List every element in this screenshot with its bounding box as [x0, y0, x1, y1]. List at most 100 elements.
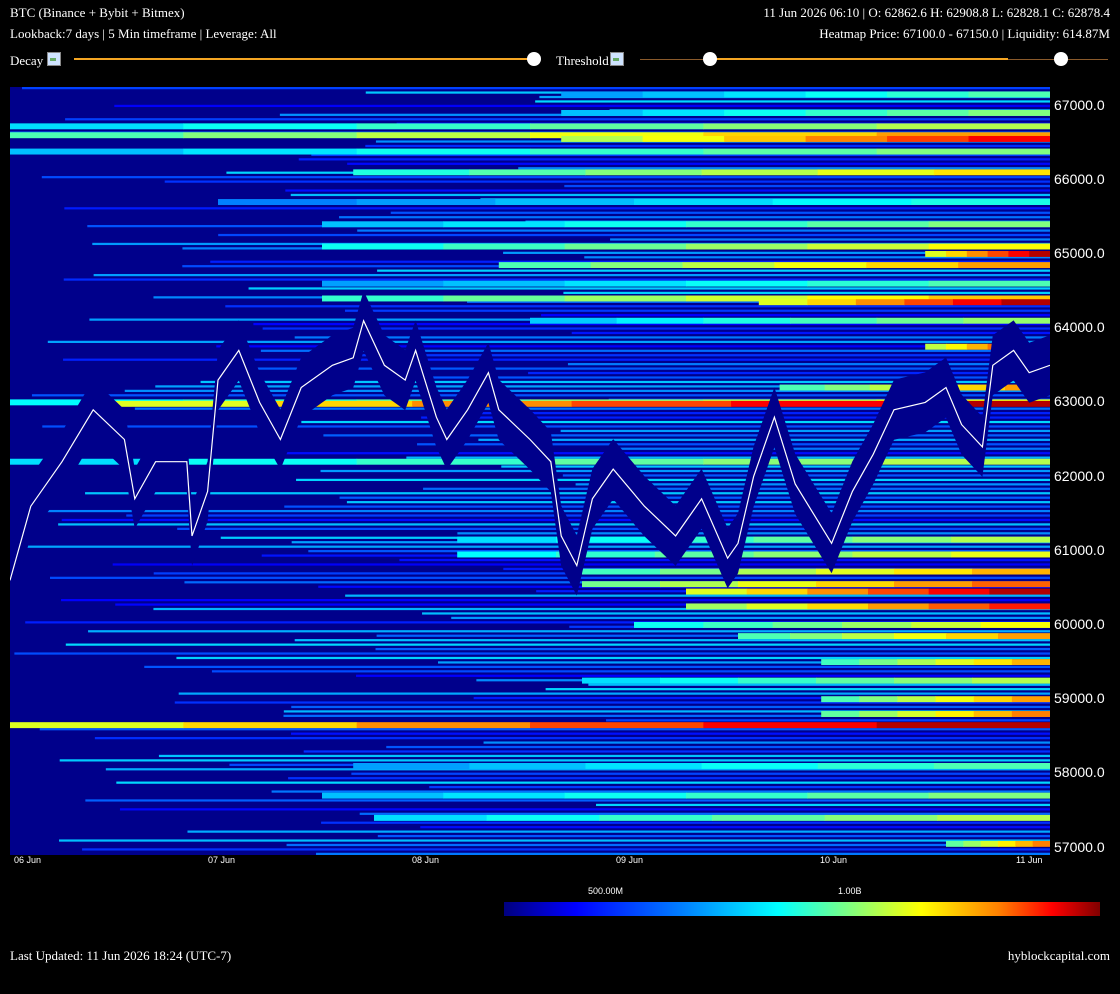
liquidity-bg-stripe [63, 278, 1050, 281]
decay-control: Decay [10, 52, 62, 69]
liquidity-band [817, 169, 935, 176]
liquidity-bg-stripe [344, 309, 1050, 312]
settings-summary: Lookback:7 days | 5 Min timeframe | Leve… [10, 26, 277, 41]
liquidity-band [852, 536, 952, 543]
liquidity-band [682, 262, 775, 269]
liquidity-band [183, 132, 358, 139]
decay-slider-track[interactable] [74, 58, 534, 60]
liquidity-bg-stripe [365, 144, 1050, 148]
liquidity-band [946, 343, 968, 350]
liquidity-band [817, 762, 935, 769]
liquidity-band [807, 243, 930, 250]
liquidity-colorbar [504, 902, 1100, 916]
liquidity-band [571, 400, 732, 407]
liquidity-bg-stripe [501, 465, 1050, 468]
liquidity-bg-stripe [339, 216, 1050, 219]
liquidity-band [904, 299, 954, 306]
liquidity-band [897, 659, 937, 666]
liquidity-bg-stripe [65, 118, 1050, 121]
liquidity-band [686, 221, 808, 228]
liquidity-band [322, 295, 444, 302]
y-tick-label: 67000.0 [1054, 96, 1105, 113]
liquidity-band [887, 110, 970, 116]
threshold-info-icon[interactable] [609, 52, 624, 66]
liquidity-band [807, 603, 869, 610]
liquidity-band [807, 299, 857, 306]
liquidity-band [928, 221, 1050, 228]
liquidity-band [10, 148, 184, 155]
liquidity-band [935, 711, 975, 717]
liquidity-band [634, 199, 774, 205]
liquidity-band [989, 588, 1050, 595]
liquidity-bg-stripe [94, 737, 1050, 740]
liquidity-bg-stripe [528, 371, 1050, 375]
liquidity-bg-stripe [291, 705, 1050, 709]
liquidity-band [443, 221, 566, 228]
liquidity-band [911, 622, 982, 628]
liquidity-band [859, 659, 898, 666]
liquidity-band [724, 91, 807, 98]
liquidity-band [686, 603, 748, 610]
liquidity-band [876, 123, 1050, 130]
liquidity-bg-stripe [288, 777, 1050, 780]
liquidity-bg-stripe [429, 785, 1050, 789]
liquidity-band [731, 400, 892, 407]
liquidity-bg-stripe [377, 834, 1050, 838]
liquidity-band [356, 148, 531, 155]
liquidity-band [1029, 250, 1050, 257]
liquidity-bg-stripe [49, 576, 1050, 579]
liquidity-bg-stripe [28, 509, 1050, 513]
liquidity-band [183, 123, 358, 130]
liquidity-band [972, 677, 1050, 684]
liquidity-band [10, 132, 184, 139]
liquidity-band [1032, 840, 1050, 847]
decay-slider-thumb[interactable] [527, 52, 541, 66]
liquidity-band [724, 135, 807, 142]
liquidity-band [816, 568, 895, 575]
liquidity-bg-stripe [294, 639, 1050, 642]
liquidity-bg-stripe [596, 803, 1050, 807]
liquidity-band [928, 792, 1050, 799]
liquidity-band [353, 169, 470, 176]
liquidation-heatmap-chart[interactable] [10, 87, 1050, 855]
liquidity-band [457, 536, 557, 543]
threshold-slider-min-thumb[interactable] [703, 52, 718, 66]
liquidity-band [842, 622, 912, 628]
y-tick-label: 65000.0 [1054, 244, 1105, 261]
liquidity-band [989, 603, 1050, 610]
liquidity-bg-stripe [85, 492, 1050, 495]
liquidity-band [868, 588, 930, 595]
liquidity-band [746, 603, 808, 610]
liquidity-band [582, 581, 661, 588]
liquidity-bg-stripe [588, 683, 1050, 686]
decay-info-icon[interactable] [47, 52, 62, 66]
liquidity-bg-stripe [357, 229, 1050, 232]
liquidity-band [703, 123, 878, 130]
liquidity-band [807, 588, 869, 595]
threshold-slider-track-selected[interactable] [715, 58, 1008, 60]
liquidity-band [772, 199, 912, 205]
liquidity-band [876, 317, 964, 324]
liquidity-band [585, 762, 703, 769]
liquidity-band [585, 169, 703, 176]
liquidity-bg-stripe [225, 305, 1050, 308]
liquidity-bg-stripe [144, 665, 1050, 669]
liquidity-band [1015, 840, 1034, 847]
x-tick-label: 06 Jun [14, 855, 42, 865]
liquidity-bg-stripe [164, 180, 1050, 183]
liquidity-bg-stripe [296, 478, 1050, 482]
liquidity-band [805, 110, 888, 116]
liquidity-bg-stripe [545, 688, 1050, 691]
liquidity-bg-stripe [303, 750, 1050, 753]
threshold-slider-max-thumb[interactable] [1054, 52, 1069, 66]
liquidity-band [564, 792, 687, 799]
liquidity-band [724, 110, 807, 116]
liquidity-band [807, 792, 930, 799]
threshold-control: Threshold [556, 52, 624, 69]
liquidity-band [218, 199, 358, 205]
liquidity-band [805, 135, 888, 142]
liquidity-band [963, 317, 1050, 324]
liquidity-band [457, 551, 557, 558]
brand-link[interactable]: hyblockcapital.com [1008, 948, 1110, 964]
liquidity-band [1011, 696, 1050, 703]
